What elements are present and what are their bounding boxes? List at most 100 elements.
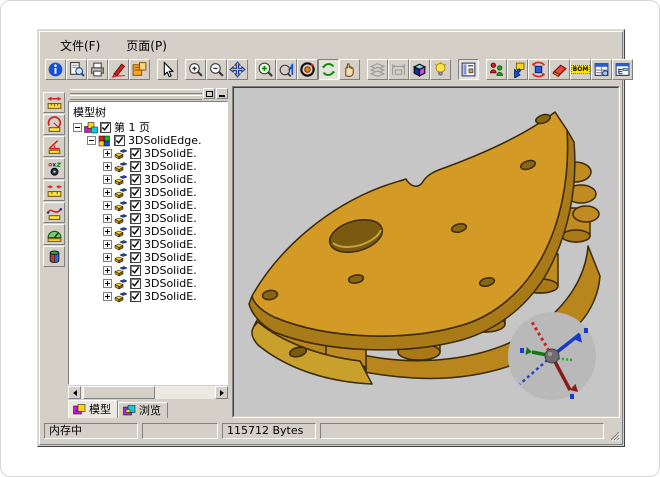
part-node-label[interactable]: 3DSolidE. <box>144 199 197 212</box>
layers-button[interactable] <box>367 59 388 80</box>
tree-row-part[interactable]: 3DSolidE. <box>69 173 227 186</box>
panel-hide-button[interactable] <box>216 88 228 99</box>
part-checkbox[interactable] <box>130 187 141 198</box>
viewport-3d[interactable] <box>233 87 619 417</box>
measure-area-button[interactable] <box>43 224 65 245</box>
scroll-right-button[interactable] <box>215 386 228 399</box>
part-checkbox[interactable] <box>130 174 141 185</box>
part-checkbox[interactable] <box>130 226 141 237</box>
tree-row-part[interactable]: 3DSolidE. <box>69 212 227 225</box>
print-button[interactable] <box>87 59 108 80</box>
part-node-label[interactable]: 3DSolidE. <box>144 290 197 303</box>
expand-icon[interactable] <box>103 149 112 158</box>
part-node-label[interactable]: 3DSolidE. <box>144 173 197 186</box>
expand-icon[interactable] <box>103 279 112 288</box>
zoom-in-button[interactable] <box>185 59 206 80</box>
part-checkbox[interactable] <box>130 265 141 276</box>
page-view-button[interactable] <box>458 59 479 80</box>
expand-icon[interactable] <box>103 253 112 262</box>
measure-coordinate-button[interactable] <box>43 158 65 179</box>
part-checkbox[interactable] <box>130 278 141 289</box>
pan-button[interactable] <box>227 59 248 80</box>
measure-min-distance-button[interactable] <box>43 180 65 201</box>
move-part-button[interactable] <box>507 59 528 80</box>
assembly-button[interactable] <box>486 59 507 80</box>
part-node-label[interactable]: 3DSolidE. <box>144 212 197 225</box>
part-checkbox[interactable] <box>130 148 141 159</box>
tree-row-part[interactable]: 3DSolidE. <box>69 264 227 277</box>
measure-distance-button[interactable] <box>43 92 65 113</box>
tree-row-part[interactable]: 3DSolidE. <box>69 225 227 238</box>
page-checkbox[interactable] <box>100 122 111 133</box>
tree-row-part[interactable]: 3DSolidE. <box>69 277 227 290</box>
part-checkbox[interactable] <box>130 200 141 211</box>
tree-row-part[interactable]: 3DSolidE. <box>69 251 227 264</box>
part-node-label[interactable]: 3DSolidE. <box>144 225 197 238</box>
bom-table-button[interactable]: BOM <box>570 59 591 80</box>
part-checkbox[interactable] <box>130 213 141 224</box>
part-node-label[interactable]: 3DSolidE. <box>144 251 197 264</box>
panel-float-button[interactable] <box>203 88 215 99</box>
expand-icon[interactable] <box>103 227 112 236</box>
scroll-left-button[interactable] <box>68 386 81 399</box>
update-view-button[interactable] <box>528 59 549 80</box>
measure-volume-button[interactable] <box>43 246 65 267</box>
tree-row-part[interactable]: 3DSolidE. <box>69 238 227 251</box>
expand-icon[interactable] <box>103 214 112 223</box>
assembly-node-label[interactable]: 3DSolidEdge. <box>128 134 201 147</box>
measure-angle-button[interactable] <box>43 136 65 157</box>
part-checkbox[interactable] <box>130 291 141 302</box>
tab-browse[interactable]: 浏览 <box>118 402 168 418</box>
expand-icon[interactable] <box>103 266 112 275</box>
expand-icon[interactable] <box>103 201 112 210</box>
expand-icon[interactable] <box>103 240 112 249</box>
page-node-label[interactable]: 第 1 页 <box>114 121 150 134</box>
zoom-out-button[interactable] <box>206 59 227 80</box>
part-list-button[interactable] <box>591 59 612 80</box>
resize-grip[interactable] <box>608 427 620 441</box>
export-page-button[interactable] <box>129 59 150 80</box>
tree-row-page[interactable]: 第 1 页 <box>69 121 227 134</box>
part-node-label[interactable]: 3DSolidE. <box>144 186 197 199</box>
view-cube-button[interactable] <box>409 59 430 80</box>
part-checkbox[interactable] <box>130 252 141 263</box>
tree-row-part[interactable]: 3DSolidE. <box>69 186 227 199</box>
part-node-label[interactable]: 3DSolidE. <box>144 277 197 290</box>
markup-pen-button[interactable] <box>108 59 129 80</box>
part-node-label[interactable]: 3DSolidE. <box>144 147 197 160</box>
tree-row-part[interactable]: 3DSolidE. <box>69 199 227 212</box>
structure-tree-button[interactable] <box>612 59 633 80</box>
part-node-label[interactable]: 3DSolidE. <box>144 238 197 251</box>
menu-page[interactable]: 页面(P) <box>120 36 173 55</box>
orbit-button[interactable] <box>297 59 318 80</box>
lighting-button[interactable] <box>430 59 451 80</box>
tree-row-part[interactable]: 3DSolidE. <box>69 160 227 173</box>
tree-row-part[interactable]: 3DSolidE. <box>69 147 227 160</box>
part-node-label[interactable]: 3DSolidE. <box>144 264 197 277</box>
expand-icon[interactable] <box>103 292 112 301</box>
measure-curve-length-button[interactable] <box>43 202 65 223</box>
select-cursor-button[interactable] <box>157 59 178 80</box>
tree-row-part[interactable]: 3DSolidE. <box>69 290 227 303</box>
part-node-label[interactable]: 3DSolidE. <box>144 160 197 173</box>
tree-row-assembly[interactable]: 3DSolidEdge. <box>69 134 227 147</box>
panel-gripper[interactable] <box>68 88 228 100</box>
zoom-window-button[interactable] <box>255 59 276 80</box>
collapse-icon[interactable] <box>73 123 82 132</box>
assembly-checkbox[interactable] <box>114 135 125 146</box>
info-button[interactable] <box>45 59 66 80</box>
part-checkbox[interactable] <box>130 239 141 250</box>
expand-icon[interactable] <box>103 188 112 197</box>
scrollbar-thumb[interactable] <box>83 386 155 399</box>
expand-icon[interactable] <box>103 162 112 171</box>
part-checkbox[interactable] <box>130 161 141 172</box>
tab-model[interactable]: 模型 <box>68 400 118 418</box>
erase-markup-button[interactable] <box>549 59 570 80</box>
collapse-icon[interactable] <box>87 136 96 145</box>
expand-icon[interactable] <box>103 175 112 184</box>
spin-refresh-button[interactable] <box>318 59 339 80</box>
pan-hand-button[interactable] <box>339 59 360 80</box>
measure-radius-button[interactable] <box>43 114 65 135</box>
tree-horizontal-scrollbar[interactable] <box>68 386 228 399</box>
print-preview-button[interactable] <box>66 59 87 80</box>
